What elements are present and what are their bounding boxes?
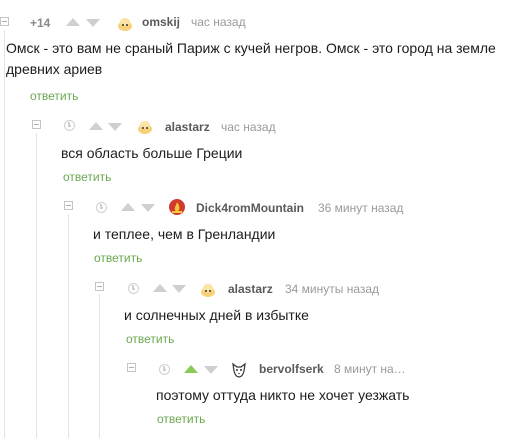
reply-link[interactable]: ответить: [63, 170, 111, 184]
author-name[interactable]: alastarz: [228, 282, 273, 296]
reply-link[interactable]: ответить: [94, 251, 142, 265]
author-name[interactable]: Dick4romMountain: [196, 201, 304, 215]
collapse-button[interactable]: [32, 120, 41, 129]
red-flame-avatar-icon[interactable]: [169, 199, 185, 215]
thread-line: [68, 214, 69, 438]
comment-time: 8 минут назад: [334, 362, 408, 376]
collapse-button[interactable]: [64, 201, 73, 210]
upvote-arrow-icon[interactable]: [121, 203, 135, 211]
clock-icon: [64, 120, 75, 131]
comment-rating: +14: [30, 16, 51, 30]
reply-link[interactable]: ответить: [126, 332, 174, 346]
downvote-arrow-icon[interactable]: [108, 123, 122, 131]
author-name[interactable]: omskij: [142, 15, 180, 29]
bun-avatar-icon[interactable]: [137, 118, 153, 134]
comment-time: час назад: [221, 120, 276, 134]
upvote-arrow-icon[interactable]: [153, 284, 167, 292]
comment-time: 36 минут назад: [318, 201, 404, 215]
clock-icon: [96, 202, 107, 213]
reply-link[interactable]: ответить: [157, 412, 205, 426]
thread-line: [99, 294, 100, 438]
comment-time: час назад: [191, 15, 246, 29]
thread-line: [4, 30, 5, 438]
author-name[interactable]: alastarz: [165, 120, 210, 134]
comment-time: 34 минуты назад: [285, 282, 380, 296]
downvote-arrow-icon[interactable]: [172, 285, 186, 293]
comment-text: вся область больше Греции: [61, 145, 243, 161]
upvote-arrow-icon[interactable]: [89, 122, 103, 130]
wolf-avatar-icon[interactable]: [231, 362, 247, 378]
clock-icon: [159, 364, 170, 375]
bun-avatar-icon[interactable]: [117, 15, 133, 31]
collapse-button[interactable]: [127, 363, 136, 372]
collapse-button[interactable]: [95, 282, 104, 291]
comment-text: и теплее, чем в Гренландии: [93, 226, 276, 242]
downvote-arrow-icon[interactable]: [86, 19, 100, 27]
author-name[interactable]: bervolfserk: [259, 362, 324, 376]
comment-text: поэтому оттуда никто не хочет уезжать: [156, 387, 410, 403]
upvote-arrow-icon[interactable]: [184, 365, 198, 373]
comment-text: и солнечных дней в избытке: [124, 307, 309, 323]
comment-text: Омск - это вам не сраный Париж с кучей н…: [6, 40, 496, 77]
downvote-arrow-icon[interactable]: [204, 366, 218, 374]
downvote-arrow-icon[interactable]: [141, 204, 155, 212]
thread-line: [36, 133, 37, 438]
clock-icon: [128, 283, 139, 294]
reply-link[interactable]: ответить: [30, 89, 78, 103]
bun-avatar-icon[interactable]: [200, 281, 216, 297]
upvote-arrow-icon[interactable]: [66, 18, 80, 26]
collapse-button[interactable]: [0, 17, 9, 26]
